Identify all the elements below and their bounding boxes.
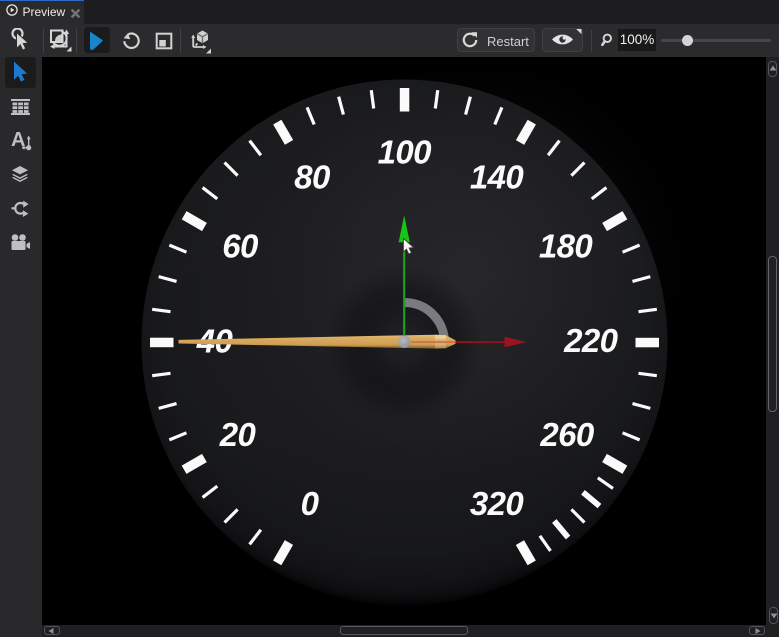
svg-text:0: 0: [301, 485, 320, 522]
svg-text:320: 320: [470, 485, 525, 522]
svg-text:140: 140: [470, 159, 525, 196]
svg-text:20: 20: [219, 416, 257, 453]
svg-text:100: 100: [378, 134, 433, 171]
svg-text:220: 220: [563, 322, 619, 359]
svg-text:80: 80: [294, 159, 331, 196]
svg-text:180: 180: [539, 228, 594, 265]
svg-text:60: 60: [222, 228, 259, 265]
svg-text:260: 260: [539, 416, 595, 453]
